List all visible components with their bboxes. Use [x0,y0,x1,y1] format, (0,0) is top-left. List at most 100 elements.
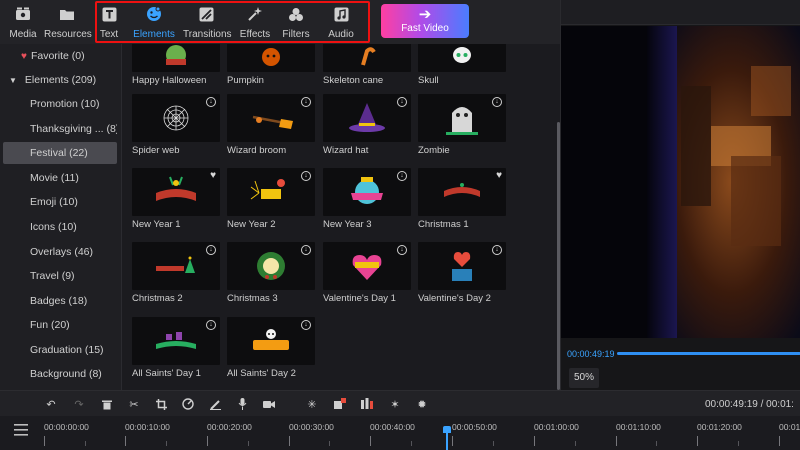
element-card[interactable]: ↓ Zombie [418,94,506,169]
top-toolbar: Media Resources Text Elements Transition… [0,0,560,44]
ruler-label: 00:00:30:00 [289,422,334,432]
preview-time: 00:00:49:19 [567,349,615,359]
sidebar-item-thanksgiving[interactable]: Thanksgiving ... (8) [3,118,117,140]
element-card[interactable]: ↓ All Saints' Day 2 [227,317,315,390]
element-card[interactable]: Skull [418,44,506,99]
ruler-label: 00:01:10:00 [616,422,661,432]
tool-media[interactable]: Media [0,4,46,42]
download-icon[interactable]: ↓ [301,320,311,330]
preview-progress-bar[interactable] [617,352,800,355]
magic-icon[interactable]: ✶ [388,397,402,411]
detach-icon[interactable] [333,397,347,411]
element-caption: Christmas 1 [418,219,469,230]
sidebar-item-graduation[interactable]: Graduation (15) [3,339,117,361]
tool-transitions[interactable]: Transitions [183,4,232,42]
sidebar-item-promotion[interactable]: Promotion (10) [3,93,117,115]
element-card[interactable]: ↓ Valentine's Day 1 [323,242,411,317]
sidebar-item-travel[interactable]: Travel (9) [3,265,117,287]
tool-text[interactable]: Text [86,4,132,42]
menu-icon[interactable] [14,424,28,436]
redo-icon[interactable]: ↷ [72,397,86,411]
split-icon[interactable] [360,397,374,411]
sidebar-item-overlays[interactable]: Overlays (46) [3,241,117,263]
element-card[interactable]: Skeleton cane [323,44,411,99]
sidebar-item-label: Promotion (10) [30,98,100,110]
download-icon[interactable]: ↓ [206,245,216,255]
download-icon[interactable]: ↓ [397,245,407,255]
cut-icon[interactable]: ✂ [127,397,141,411]
element-card[interactable]: ↓ New Year 3 [323,168,411,243]
sidebar-item-badges[interactable]: Badges (18) [3,290,117,312]
element-caption: Skeleton cane [323,75,384,86]
tool-filters[interactable]: Filters [273,4,319,42]
element-card[interactable]: ↓ Valentine's Day 2 [418,242,506,317]
preview-video[interactable] [561,26,800,338]
element-card[interactable]: ↓ New Year 2 [227,168,315,243]
sidebar-item-label: Badges (18) [30,295,88,307]
freeze-icon[interactable]: ✳ [305,397,319,411]
tool-effects[interactable]: Effects [232,4,278,42]
undo-icon[interactable]: ↶ [44,397,58,411]
playhead[interactable] [446,426,448,450]
elements-icon [144,4,164,24]
heart-icon[interactable]: ♥ [496,170,502,181]
download-icon[interactable]: ↓ [301,97,311,107]
download-icon[interactable]: ↓ [397,97,407,107]
element-card[interactable]: ↓ Wizard hat [323,94,411,169]
tool-audio[interactable]: Audio [318,4,364,42]
ruler-tick [575,441,576,446]
ruler-tick [85,441,86,446]
sidebar-item-movie[interactable]: Movie (11) [3,167,117,189]
sidebar-item-emoji[interactable]: Emoji (10) [3,191,117,213]
folder-icon [57,4,77,24]
element-card[interactable]: Happy Halloween [132,44,220,99]
tool-elements[interactable]: Elements [131,4,177,42]
timeline-ruler[interactable]: 00:00:00:00 00:00:10:00 00:00:20:00 00:0… [0,416,800,450]
sidebar-item-label: Festival (22) [30,147,88,159]
download-icon[interactable]: ↓ [492,245,502,255]
element-card[interactable]: ↓ Christmas 2 [132,242,220,317]
sidebar-item-icons[interactable]: Icons (10) [3,216,117,238]
download-icon[interactable]: ↓ [206,320,216,330]
sidebar-item-label: Graduation (15) [30,344,104,356]
sidebar-item-fun[interactable]: Fun (20) [3,314,117,336]
download-icon[interactable]: ↓ [397,171,407,181]
mask-icon[interactable]: ✹ [415,397,429,411]
tool-resources[interactable]: Resources [44,4,92,42]
speed-icon[interactable] [181,397,195,411]
download-icon[interactable]: ↓ [492,97,502,107]
sidebar-item-background[interactable]: Background (8) [3,363,117,385]
element-caption: Skull [418,75,439,86]
crop-icon[interactable] [154,397,168,411]
download-icon[interactable]: ↓ [206,97,216,107]
delete-icon[interactable] [100,397,114,411]
sidebar-item-festival[interactable]: Festival (22) [3,142,117,164]
caret-down-icon: ▼ [9,76,17,85]
heart-icon[interactable]: ♥ [210,170,216,181]
element-card[interactable]: ♥ Christmas 1 [418,168,506,243]
element-card[interactable]: ↓ Christmas 3 [227,242,315,317]
sidebar-item-elements[interactable]: ▼ Elements (209) [3,69,117,91]
mic-icon[interactable] [235,397,249,411]
transitions-icon [196,4,216,24]
music-icon [331,4,351,24]
tool-label: Text [99,29,119,40]
element-thumbnail [418,44,506,72]
camera-icon[interactable] [262,397,276,411]
download-icon[interactable]: ↓ [301,171,311,181]
element-card[interactable]: ↓ Wizard broom [227,94,315,169]
element-thumbnail [323,44,411,72]
download-icon[interactable]: ↓ [301,245,311,255]
element-card[interactable]: ↓ All Saints' Day 1 [132,317,220,390]
tool-label: Transitions [183,29,232,40]
pen-icon[interactable] [208,397,222,411]
zoom-level[interactable]: 50% [569,368,599,388]
element-card[interactable]: Pumpkin [227,44,315,99]
timeline-time-display: 00:00:49:19 / 00:01: [705,399,794,410]
element-card[interactable]: ♥ New Year 1 [132,168,220,243]
ruler-label: 00:00:10:00 [125,422,170,432]
sidebar-item-favorite[interactable]: ♥ Favorite (0) [3,45,117,67]
element-caption: Christmas 3 [227,293,278,304]
element-card[interactable]: ↓ Spider web [132,94,220,169]
fast-video-button[interactable]: ➔ Fast Video [381,4,469,38]
